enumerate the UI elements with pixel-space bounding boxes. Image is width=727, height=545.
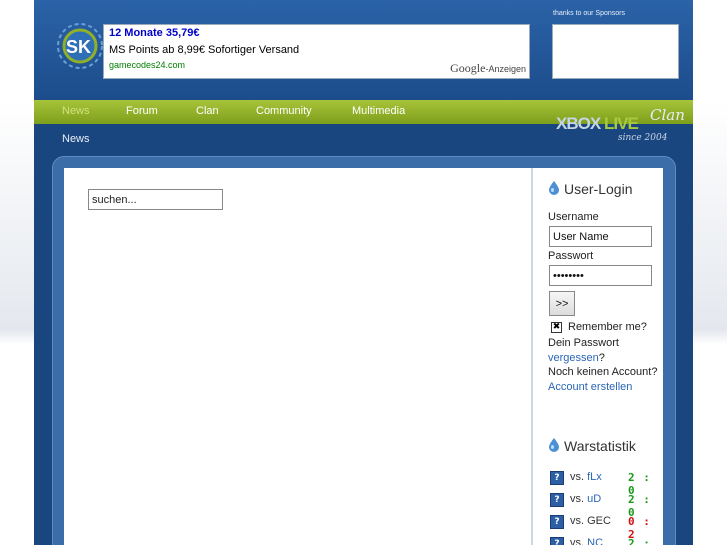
war-vs-label: vs. xyxy=(570,537,585,545)
login-title: User-Login xyxy=(548,181,632,197)
forgot-password-text: Dein Passwort vergessen? xyxy=(548,336,658,366)
password-input[interactable] xyxy=(549,265,652,286)
help-icon[interactable]: ? xyxy=(550,515,564,529)
help-icon[interactable]: ? xyxy=(550,493,564,507)
forgot-suffix: ? xyxy=(598,352,605,364)
war-row[interactable]: ? vs. NC 2 : 0 xyxy=(550,537,660,545)
main-content xyxy=(64,168,531,545)
sponsor-box[interactable] xyxy=(552,24,679,79)
svg-text:Clan: Clan xyxy=(650,106,685,124)
war-opponent[interactable]: vs. uD xyxy=(570,493,601,505)
war-opponent-name[interactable]: NC xyxy=(587,537,603,545)
header: SK 12 Monate 35,79€ MS Points ab 8,99€ S… xyxy=(34,0,693,100)
create-account-link[interactable]: Account erstellen xyxy=(548,381,632,393)
forgot-prefix: Dein Passwort xyxy=(548,337,619,349)
water-drop-icon xyxy=(549,181,559,195)
sponsor-label: thanks to our Sponsors xyxy=(553,10,625,17)
search-input[interactable] xyxy=(88,189,223,210)
forgot-password-link[interactable]: vergessen xyxy=(548,352,599,364)
war-row[interactable]: ? vs. uD 2 : 0 xyxy=(550,493,660,519)
google-ads-suffix: -Anzeigen xyxy=(485,64,526,74)
username-label: Username xyxy=(548,211,599,223)
sub-nav-news[interactable]: News xyxy=(62,133,90,145)
war-vs-label: vs. xyxy=(570,515,585,527)
war-score: 2 : 0 xyxy=(628,537,651,545)
ad-text: MS Points ab 8,99€ Sofortiger Versand xyxy=(109,44,300,56)
help-icon[interactable]: ? xyxy=(550,471,564,485)
sidebar: User-Login Username Passwort >> ✖ Rememb… xyxy=(533,168,663,545)
sk-logo-icon[interactable]: SK xyxy=(56,20,104,72)
nav-item-clan[interactable]: Clan xyxy=(196,105,219,117)
login-submit-button[interactable]: >> xyxy=(549,291,575,316)
water-drop-icon xyxy=(549,438,559,452)
war-vs-label: vs. xyxy=(570,471,585,483)
war-opponent-name[interactable]: uD xyxy=(587,493,601,505)
nav-item-forum[interactable]: Forum xyxy=(126,105,158,117)
svg-text:since 2004: since 2004 xyxy=(618,133,668,143)
nav-item-news[interactable]: News xyxy=(62,105,90,117)
ad-url[interactable]: gamecodes24.com xyxy=(109,60,185,70)
war-opponent[interactable]: vs. NC xyxy=(570,537,603,545)
xbox-live-clan-logo: XBOX LIVE Clan since 2004 xyxy=(556,106,685,143)
ad-title[interactable]: 12 Monate 35,79€ xyxy=(109,27,200,39)
nav-item-multimedia[interactable]: Multimedia xyxy=(352,105,405,117)
svg-text:SK: SK xyxy=(66,37,91,57)
war-row[interactable]: ? vs. fLx 2 : 0 xyxy=(550,471,660,497)
google-ad[interactable]: 12 Monate 35,79€ MS Points ab 8,99€ Sofo… xyxy=(103,24,530,79)
war-vs-label: vs. xyxy=(570,493,585,505)
war-row[interactable]: ? vs. GEC 0 : 2 xyxy=(550,515,660,541)
remember-label[interactable]: Remember me? xyxy=(568,321,647,333)
no-account-text: Noch keinen Account? Account erstellen xyxy=(548,365,658,395)
username-input[interactable] xyxy=(549,226,652,247)
war-opponent[interactable]: vs. fLx xyxy=(570,471,602,483)
war-opponent[interactable]: vs. GEC xyxy=(570,515,611,527)
no-account-prefix: Noch keinen Account? xyxy=(548,366,658,378)
google-wordmark: Google xyxy=(450,61,486,75)
war-opponent-name[interactable]: fLx xyxy=(587,471,602,483)
google-ads-label[interactable]: Google-Anzeigen xyxy=(450,61,526,76)
checkbox-icon[interactable]: ✖ xyxy=(551,322,562,333)
password-label: Passwort xyxy=(548,250,594,262)
svg-text:LIVE: LIVE xyxy=(604,114,638,133)
login-title-text: User-Login xyxy=(564,181,633,197)
svg-text:XBOX: XBOX xyxy=(556,114,602,133)
help-icon[interactable]: ? xyxy=(550,537,564,545)
war-opponent-name[interactable]: GEC xyxy=(587,515,611,527)
nav-item-community[interactable]: Community xyxy=(256,105,312,117)
warstats-title: Warstatistik xyxy=(548,438,636,454)
warstats-title-text: Warstatistik xyxy=(564,438,636,454)
